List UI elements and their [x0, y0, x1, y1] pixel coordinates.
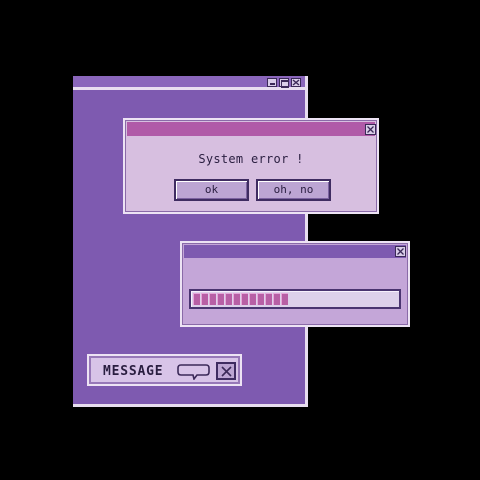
close-icon[interactable] [291, 78, 301, 87]
close-icon[interactable] [216, 362, 236, 380]
progress-fill [193, 293, 288, 305]
error-dialog: System error ! ok oh, no [123, 118, 379, 214]
progress-segment [225, 293, 232, 305]
progress-segment [193, 293, 200, 305]
maximize-icon[interactable] [279, 78, 289, 88]
error-message: System error ! [198, 152, 304, 166]
progress-segment [249, 293, 256, 305]
progress-segment [265, 293, 272, 305]
error-dialog-titlebar [127, 122, 376, 136]
progress-segment [233, 293, 240, 305]
message-widget: MESSAGE [87, 354, 242, 386]
progress-segment [217, 293, 224, 305]
progress-segment [209, 293, 216, 305]
progress-segment [241, 293, 248, 305]
progress-segment [273, 293, 280, 305]
minimize-icon[interactable] [267, 78, 277, 87]
progress-dialog [180, 241, 410, 327]
progress-bar [189, 289, 401, 309]
oh-no-button[interactable]: oh, no [256, 179, 331, 201]
progress-dialog-titlebar [184, 245, 406, 258]
close-icon[interactable] [395, 246, 406, 257]
close-icon[interactable] [365, 124, 376, 135]
progress-segment [201, 293, 208, 305]
progress-segment [281, 293, 288, 305]
ok-button[interactable]: ok [174, 179, 249, 201]
progress-segment [257, 293, 264, 305]
main-window-titlebar [73, 76, 305, 90]
message-label: MESSAGE [103, 364, 164, 379]
speech-bubble-icon [177, 364, 211, 384]
